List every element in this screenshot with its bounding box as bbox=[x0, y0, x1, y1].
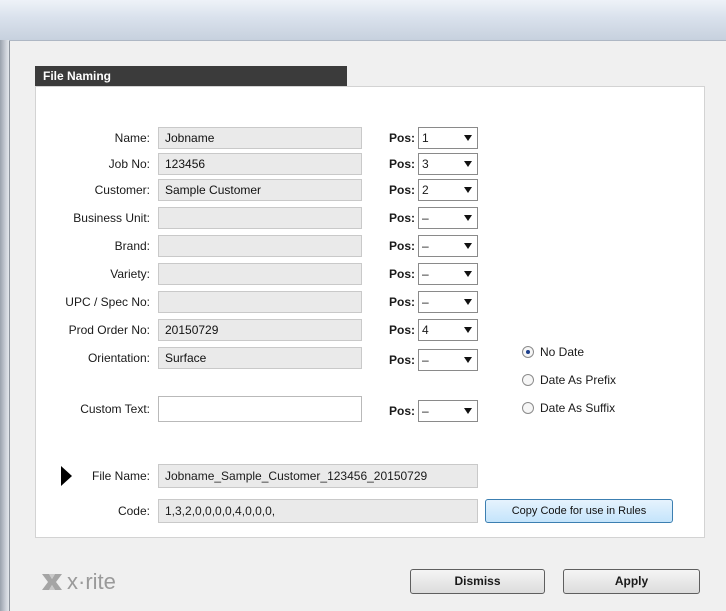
orientation-pos-select[interactable]: – bbox=[418, 349, 478, 371]
prod-order-no-field[interactable]: 20150729 bbox=[158, 319, 362, 341]
customer-label: Customer: bbox=[94, 183, 150, 197]
chevron-down-icon bbox=[464, 327, 472, 333]
brand-field[interactable] bbox=[158, 235, 362, 257]
name-pos-value: 1 bbox=[422, 131, 429, 145]
business-unit-field[interactable] bbox=[158, 207, 362, 229]
file-name-label: File Name: bbox=[91, 469, 150, 483]
name-pos-select[interactable]: 1 bbox=[418, 127, 478, 149]
date-as-suffix-radio-label: Date As Suffix bbox=[540, 401, 616, 415]
business-unit-pos-select[interactable]: – bbox=[418, 207, 478, 229]
prod-order-no-label: Prod Order No: bbox=[68, 323, 150, 337]
custom-text-pos-select[interactable]: – bbox=[418, 400, 478, 422]
date-as-suffix-radio[interactable]: Date As Suffix bbox=[520, 398, 615, 418]
apply-button[interactable]: Apply bbox=[563, 569, 700, 594]
name-field[interactable]: Jobname bbox=[158, 127, 362, 149]
chevron-down-icon bbox=[464, 243, 472, 249]
no-date-radio-label: No Date bbox=[540, 345, 585, 359]
date-as-prefix-radio[interactable]: Date As Prefix bbox=[520, 370, 616, 390]
orientation-label: Orientation: bbox=[87, 351, 150, 365]
customer-pos-value: 2 bbox=[422, 183, 429, 197]
name-label: Name: bbox=[114, 131, 150, 145]
upc-spec-no-pos-value: – bbox=[422, 295, 429, 309]
variety-pos-select[interactable]: – bbox=[418, 263, 478, 285]
business-unit-pos-label: Pos: bbox=[389, 211, 416, 225]
upc-spec-no-pos-select[interactable]: – bbox=[418, 291, 478, 313]
brand-label: Brand: bbox=[114, 239, 150, 253]
upc-spec-no-field[interactable] bbox=[158, 291, 362, 313]
variety-pos-value: – bbox=[422, 267, 429, 281]
customer-pos-label: Pos: bbox=[389, 183, 416, 197]
chevron-down-icon bbox=[464, 187, 472, 193]
job-no-pos-label: Pos: bbox=[389, 157, 416, 171]
xrite-logo-icon bbox=[42, 574, 62, 590]
copy-code-button[interactable]: Copy Code for use in Rules bbox=[485, 499, 673, 523]
code-label: Code: bbox=[117, 504, 150, 518]
no-date-radio[interactable]: No Date bbox=[520, 342, 584, 362]
prod-order-no-pos-label: Pos: bbox=[389, 323, 416, 337]
custom-text-pos-label: Pos: bbox=[389, 404, 416, 418]
window-titlebar[interactable] bbox=[0, 0, 726, 41]
job-no-pos-value: 3 bbox=[422, 157, 429, 171]
job-no-label: Job No: bbox=[108, 157, 150, 171]
chevron-down-icon bbox=[464, 271, 472, 277]
variety-label: Variety: bbox=[110, 267, 150, 281]
orientation-pos-value: – bbox=[422, 353, 429, 367]
chevron-down-icon bbox=[464, 161, 472, 167]
customer-pos-select[interactable]: 2 bbox=[418, 179, 478, 201]
custom-text-pos-value: – bbox=[422, 404, 429, 418]
variety-field[interactable] bbox=[158, 263, 362, 285]
xrite-logo-text: x·rite bbox=[67, 569, 116, 594]
code-field: 1,3,2,0,0,0,0,4,0,0,0, bbox=[158, 499, 478, 523]
xrite-logo: x·rite bbox=[40, 569, 116, 594]
job-no-pos-select[interactable]: 3 bbox=[418, 153, 478, 175]
chevron-down-icon bbox=[464, 299, 472, 305]
radio-selected-icon bbox=[522, 346, 534, 358]
business-unit-pos-value: – bbox=[422, 211, 429, 225]
customer-field[interactable]: Sample Customer bbox=[158, 179, 362, 201]
upc-spec-no-label: UPC / Spec No: bbox=[65, 295, 150, 309]
file-name-field: Jobname_Sample_Customer_123456_20150729 bbox=[158, 464, 478, 488]
chevron-down-icon bbox=[464, 135, 472, 141]
radio-unselected-icon bbox=[522, 402, 534, 414]
name-pos-label: Pos: bbox=[389, 131, 416, 145]
chevron-down-icon bbox=[464, 408, 472, 414]
custom-text-label: Custom Text: bbox=[80, 402, 150, 416]
orientation-field[interactable]: Surface bbox=[158, 347, 362, 369]
prod-order-no-pos-select[interactable]: 4 bbox=[418, 319, 478, 341]
upc-spec-no-pos-label: Pos: bbox=[389, 295, 416, 309]
variety-pos-label: Pos: bbox=[389, 267, 416, 281]
section-header: File Naming bbox=[35, 66, 347, 86]
brand-pos-value: – bbox=[422, 239, 429, 253]
radio-unselected-icon bbox=[522, 374, 534, 386]
job-no-field[interactable]: 123456 bbox=[158, 153, 362, 175]
dismiss-button[interactable]: Dismiss bbox=[410, 569, 545, 594]
chevron-down-icon bbox=[464, 357, 472, 363]
brand-pos-label: Pos: bbox=[389, 239, 416, 253]
prod-order-no-pos-value: 4 bbox=[422, 323, 429, 337]
custom-text-input[interactable] bbox=[158, 396, 362, 422]
chevron-down-icon bbox=[464, 215, 472, 221]
brand-pos-select[interactable]: – bbox=[418, 235, 478, 257]
date-as-prefix-radio-label: Date As Prefix bbox=[540, 373, 617, 387]
business-unit-label: Business Unit: bbox=[73, 211, 150, 225]
orientation-pos-label: Pos: bbox=[389, 353, 416, 367]
